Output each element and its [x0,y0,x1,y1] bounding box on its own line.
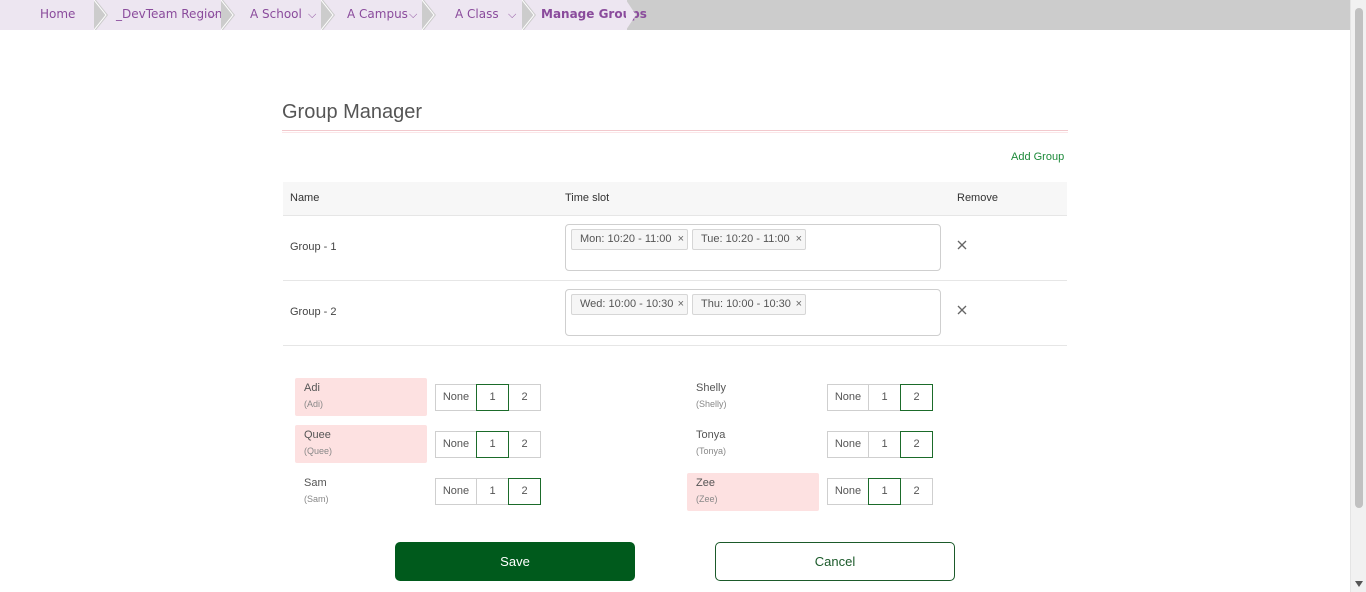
group-option-1[interactable]: 1 [868,431,901,458]
group-option-1[interactable]: 1 [868,384,901,411]
title-divider [282,130,1068,133]
group-option-1[interactable]: 1 [476,431,509,458]
group-option-none[interactable]: None [435,431,477,458]
cancel-button[interactable]: Cancel [715,542,955,581]
student-card: Shelly (Shelly) [687,378,819,416]
time-slot-input[interactable]: Mon: 10:20 - 11:00 × Tue: 10:20 - 11:00 … [565,224,941,271]
group-option-1[interactable]: 1 [476,384,509,411]
table-header: Name Time slot Remove [283,182,1067,216]
time-slot-tag: Tue: 10:20 - 11:00 × [692,229,806,250]
breadcrumb-label: Home [40,7,76,21]
group-selector: None 1 2 [435,478,541,505]
student-card: Quee (Quee) [295,425,427,463]
student-card: Zee (Zee) [687,473,819,511]
remove-tag-icon[interactable]: × [678,295,684,314]
time-slot-input[interactable]: Wed: 10:00 - 10:30 × Thu: 10:00 - 10:30 … [565,289,941,336]
column-header-remove: Remove [957,192,998,204]
group-option-none[interactable]: None [435,478,477,505]
remove-tag-icon[interactable]: × [678,230,684,249]
close-icon[interactable] [955,238,969,252]
group-option-none[interactable]: None [827,384,869,411]
breadcrumb-separator [422,0,436,30]
group-selector: None 1 2 [827,384,933,411]
scroll-down-icon[interactable] [1354,580,1364,588]
remove-tag-icon[interactable]: × [796,295,802,314]
breadcrumb-end-arrow [626,0,636,30]
time-slot-label: Wed: 10:00 - 10:30 [580,298,674,310]
group-option-2[interactable]: 2 [508,384,541,411]
breadcrumb-separator [321,0,335,30]
remove-tag-icon[interactable]: × [796,230,802,249]
breadcrumb-label: A Class [455,7,499,21]
column-header-name: Name [290,192,320,204]
breadcrumb-item-school[interactable]: A School ⌵ [223,0,323,30]
breadcrumb-label: A School [250,7,302,21]
group-option-1[interactable]: 1 [868,478,901,505]
group-selector: None 1 2 [435,431,541,458]
student-card: Sam (Sam) [295,473,427,511]
student-alias: (Shelly) [696,399,727,409]
group-option-1[interactable]: 1 [476,478,509,505]
student-alias: (Tonya) [696,446,727,456]
student-card: Adi (Adi) [295,378,427,416]
student-name: Shelly [696,382,726,394]
student-alias: (Adi) [304,399,324,409]
group-option-2[interactable]: 2 [508,431,541,458]
chevron-down-icon[interactable]: ⌵ [508,0,516,29]
breadcrumb-separator [221,0,235,30]
group-name: Group - 1 [290,241,337,253]
group-option-2[interactable]: 2 [900,384,933,411]
breadcrumb-item-region[interactable]: _DevTeam Region ⌵ [96,0,223,30]
group-option-none[interactable]: None [827,478,869,505]
breadcrumb-item-campus[interactable]: A Campus ⌵ [323,0,424,30]
student-name: Adi [304,382,320,394]
breadcrumb-item-class[interactable]: A Class ⌵ [424,0,524,30]
group-selector: None 1 2 [827,478,933,505]
breadcrumb-separator [94,0,108,30]
student-name: Tonya [696,429,726,441]
group-option-none[interactable]: None [435,384,477,411]
breadcrumb-separator [522,0,536,30]
student-alias: (Zee) [696,494,718,504]
time-slot-label: Mon: 10:20 - 11:00 [580,233,672,245]
time-slot-tag: Wed: 10:00 - 10:30 × [571,294,688,315]
time-slot-tag: Mon: 10:20 - 11:00 × [571,229,688,250]
group-selector: None 1 2 [435,384,541,411]
scrollbar-thumb[interactable] [1355,8,1363,508]
save-button[interactable]: Save [395,542,635,581]
chevron-down-icon[interactable]: ⌵ [409,0,417,29]
breadcrumb-item-home[interactable]: Home [0,0,96,30]
student-name: Zee [696,477,715,489]
time-slot-label: Tue: 10:20 - 11:00 [701,233,790,245]
time-slot-label: Thu: 10:00 - 10:30 [701,298,791,310]
student-card: Tonya (Tonya) [687,425,819,463]
group-option-none[interactable]: None [827,431,869,458]
breadcrumb-label: _DevTeam Region [116,7,223,21]
group-selector: None 1 2 [827,431,933,458]
time-slot-tag: Thu: 10:00 - 10:30 × [692,294,806,315]
student-name: Quee [304,429,331,441]
close-icon[interactable] [955,303,969,317]
group-option-2[interactable]: 2 [900,431,933,458]
column-header-time-slot: Time slot [565,192,610,204]
group-option-2[interactable]: 2 [508,478,541,505]
vertical-scrollbar[interactable] [1350,0,1366,592]
breadcrumb: Home _DevTeam Region ⌵ A School ⌵ A Camp… [0,0,1350,30]
group-option-2[interactable]: 2 [900,478,933,505]
student-name: Sam [304,477,327,489]
student-alias: (Sam) [304,494,329,504]
group-name: Group - 2 [290,306,337,318]
table-row: Group - 2 Wed: 10:00 - 10:30 × Thu: 10:0… [283,281,1067,346]
table-row: Group - 1 Mon: 10:20 - 11:00 × Tue: 10:2… [283,216,1067,281]
student-alias: (Quee) [304,446,333,456]
add-group-link[interactable]: Add Group [1011,151,1064,163]
page-title: Group Manager [282,101,423,123]
chevron-down-icon[interactable]: ⌵ [208,0,216,29]
breadcrumb-label: A Campus [347,7,408,21]
chevron-down-icon[interactable]: ⌵ [308,0,316,29]
breadcrumb-item-manage-groups: Manage Groups [524,0,647,30]
